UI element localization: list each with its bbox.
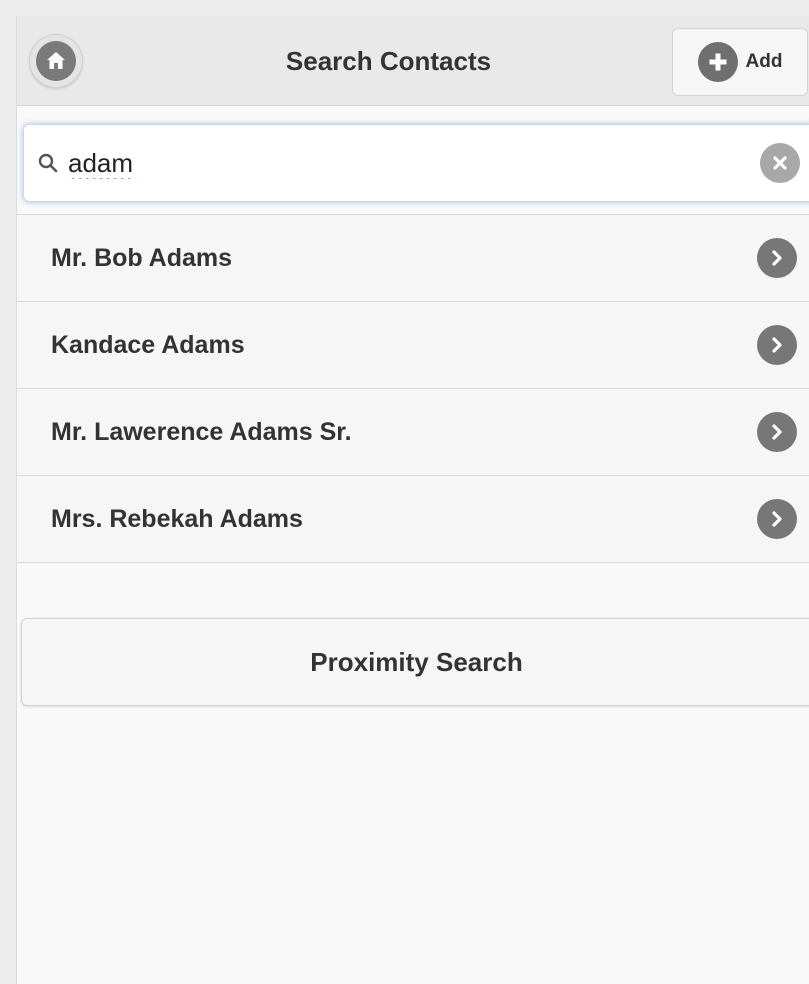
home-button[interactable] bbox=[29, 34, 83, 88]
contact-name: Mr. Bob Adams bbox=[51, 243, 233, 272]
search-box bbox=[23, 124, 809, 202]
add-button-label: Add bbox=[745, 51, 783, 72]
contact-list: Mr. Bob Adams Kandace Adams Mr. Lawerenc… bbox=[17, 214, 809, 563]
chevron-right-icon bbox=[757, 238, 797, 278]
clear-search-button[interactable] bbox=[760, 143, 800, 183]
home-icon bbox=[36, 41, 76, 81]
contact-name: Kandace Adams bbox=[51, 330, 245, 359]
contact-name: Mr. Lawerence Adams Sr. bbox=[51, 417, 352, 446]
contact-name: Mrs. Rebekah Adams bbox=[51, 504, 303, 533]
chevron-right-icon bbox=[757, 499, 797, 539]
chevron-right-icon bbox=[757, 325, 797, 365]
proximity-search-button[interactable]: Proximity Search bbox=[21, 618, 809, 706]
header-bar: Search Contacts Add bbox=[17, 16, 809, 106]
list-item[interactable]: Kandace Adams bbox=[17, 302, 809, 389]
page-title: Search Contacts bbox=[285, 45, 492, 76]
list-item[interactable]: Mr. Bob Adams bbox=[17, 215, 809, 302]
app-frame: Search Contacts Add adam Mr. Bob Adams K… bbox=[0, 0, 809, 984]
clear-icon bbox=[773, 156, 787, 170]
search-input[interactable] bbox=[68, 139, 708, 187]
plus-icon bbox=[697, 42, 738, 82]
search-icon bbox=[36, 151, 60, 175]
chevron-right-icon bbox=[757, 412, 797, 452]
add-contact-button[interactable]: Add bbox=[672, 28, 808, 96]
list-item[interactable]: Mrs. Rebekah Adams bbox=[17, 476, 809, 563]
list-item[interactable]: Mr. Lawerence Adams Sr. bbox=[17, 389, 809, 476]
search-page: Search Contacts Add adam Mr. Bob Adams K… bbox=[16, 16, 809, 984]
